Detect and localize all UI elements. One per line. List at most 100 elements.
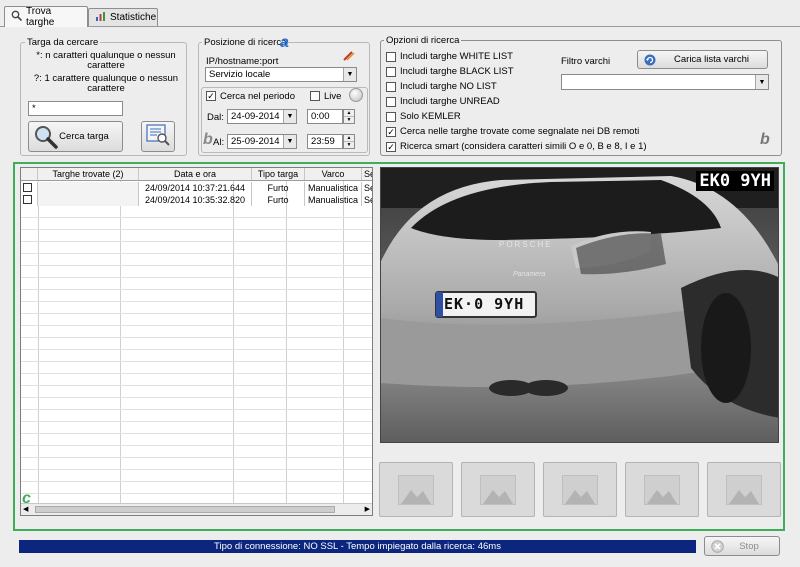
- ip-select-value: Servizio locale: [209, 69, 271, 80]
- target-group-title: Targa da cercare: [25, 37, 101, 48]
- empty-row: [21, 482, 372, 494]
- empty-row: [21, 470, 372, 482]
- chevron-down-icon: ▼: [343, 68, 356, 81]
- empty-row: [21, 302, 372, 314]
- annotation-c: c: [22, 490, 31, 507]
- period-label: Cerca nel periodo: [220, 91, 295, 102]
- empty-row: [21, 446, 372, 458]
- pencil-icon[interactable]: [343, 51, 355, 63]
- thumbnail-slot[interactable]: [461, 462, 535, 517]
- status-bar: Tipo di connessione: NO SSL - Tempo impi…: [19, 540, 696, 553]
- search-plate-button[interactable]: Cerca targa: [28, 121, 123, 152]
- column-header-type[interactable]: Tipo targa: [252, 168, 305, 180]
- table-row[interactable]: 24/09/2014 10:35:32.820 Furto Manualistica…: [21, 194, 372, 206]
- empty-row: [21, 242, 372, 254]
- from-time-input[interactable]: 0:00: [307, 109, 343, 124]
- empty-row: [21, 398, 372, 410]
- cell-type: Furto: [252, 194, 305, 206]
- option-label: Solo KEMLER: [400, 111, 461, 122]
- plate-overlay-label: EK0 9YH: [696, 171, 774, 191]
- live-label: Live: [324, 91, 342, 102]
- cell-plate: [38, 194, 139, 206]
- thumbnail-slot[interactable]: [707, 462, 781, 517]
- tab-statistiche[interactable]: Statistiche: [88, 8, 158, 26]
- load-gates-label: Carica lista varchi: [674, 54, 749, 65]
- gate-filter-select[interactable]: ▼: [561, 74, 769, 90]
- from-date-value: 24-09-2014: [231, 111, 280, 122]
- capture-image[interactable]: EK0 9YH PORSCHE Panamera EK·0 9YH: [380, 167, 779, 443]
- chevron-down-icon: ▼: [755, 75, 768, 89]
- row-select-checkbox[interactable]: [23, 195, 32, 204]
- stop-button[interactable]: Stop: [704, 536, 780, 556]
- chart-icon: [95, 11, 106, 25]
- empty-row: [21, 278, 372, 290]
- plate-search-input[interactable]: *: [28, 101, 123, 116]
- column-header-datetime[interactable]: Data e ora: [139, 168, 252, 180]
- scroll-thumb[interactable]: [35, 506, 335, 513]
- empty-row: [21, 458, 372, 470]
- row-select-checkbox[interactable]: [23, 183, 32, 192]
- form-search-icon: [145, 123, 171, 150]
- search-options-button[interactable]: [141, 121, 175, 152]
- thumbnail-slot[interactable]: [543, 462, 617, 517]
- tab-trova-targhe[interactable]: Trova targhe: [4, 6, 88, 28]
- hint-question: ?: 1 carattere qualunque o nessun caratt…: [33, 73, 179, 94]
- horizontal-scrollbar[interactable]: ◀ ▶: [21, 503, 372, 515]
- empty-row: [21, 386, 372, 398]
- to-time-spinner[interactable]: ▲ ▼: [343, 134, 355, 149]
- row-checkbox[interactable]: [21, 182, 38, 194]
- option-checkbox[interactable]: [386, 97, 396, 107]
- chevron-down-icon: ▼: [283, 110, 296, 123]
- stop-label: Stop: [739, 540, 759, 552]
- image-placeholder-icon: [398, 474, 434, 505]
- ip-select[interactable]: Servizio locale ▼: [205, 67, 357, 82]
- option-checkbox[interactable]: ✓: [386, 142, 396, 152]
- from-label: Dal:: [207, 112, 224, 123]
- option-label: Includi targhe UNREAD: [400, 96, 500, 107]
- option-label: Cerca nelle targhe trovate come segnalat…: [400, 126, 640, 137]
- option-label: Includi targhe BLACK LIST: [400, 66, 514, 77]
- to-date-value: 25-09-2014: [231, 136, 280, 147]
- tab-label: Trova targhe: [26, 6, 55, 28]
- search-icon: [11, 10, 23, 24]
- to-time-input[interactable]: 23:59: [307, 134, 343, 149]
- column-header-extra[interactable]: Segna: [362, 168, 372, 180]
- chevron-down-icon: ▼: [283, 135, 296, 148]
- to-date-picker[interactable]: 25-09-2014 ▼: [227, 134, 297, 149]
- from-time-spinner[interactable]: ▲ ▼: [343, 109, 355, 124]
- results-table: Targhe trovate (2) Data e ora Tipo targa…: [20, 167, 373, 516]
- car-brand-text: PORSCHE: [499, 240, 553, 249]
- from-date-picker[interactable]: 24-09-2014 ▼: [227, 109, 297, 124]
- period-checkbox[interactable]: ✓: [206, 91, 216, 101]
- column-header-gate[interactable]: Varco: [305, 168, 362, 180]
- table-header: Targhe trovate (2) Data e ora Tipo targa…: [21, 168, 372, 181]
- empty-row: [21, 218, 372, 230]
- option-checkbox[interactable]: [386, 112, 396, 122]
- empty-row: [21, 374, 372, 386]
- options-group-title: Opzioni di ricerca: [384, 35, 462, 46]
- option-checkbox[interactable]: ✓: [386, 127, 396, 137]
- option-checkbox[interactable]: [386, 82, 396, 92]
- image-placeholder-icon: [562, 474, 598, 505]
- row-checkbox[interactable]: [21, 194, 38, 206]
- option-checkbox[interactable]: [386, 67, 396, 77]
- load-gates-button[interactable]: Carica lista varchi: [637, 50, 768, 69]
- option-checkbox[interactable]: [386, 52, 396, 62]
- plate-text: EK·0 9YH: [444, 295, 525, 313]
- empty-row: [21, 350, 372, 362]
- cell-type: Furto: [252, 182, 305, 194]
- tab-label: Statistiche: [110, 12, 157, 23]
- cell-gate: Manualistica: [305, 182, 362, 194]
- table-row[interactable]: 24/09/2014 10:37:21.644 Furto Manualistica…: [21, 182, 372, 194]
- thumbnail-slot[interactable]: [379, 462, 453, 517]
- thumbnail-slot[interactable]: [625, 462, 699, 517]
- stop-icon: [711, 540, 724, 556]
- empty-row: [21, 434, 372, 446]
- empty-row: [21, 206, 372, 218]
- position-group-title: Posizione di ricerca: [202, 37, 289, 48]
- column-header-plate[interactable]: Targhe trovate (2): [38, 168, 139, 180]
- scroll-right-icon[interactable]: ▶: [365, 505, 370, 513]
- live-checkbox[interactable]: [310, 91, 320, 101]
- cell-datetime: 24/09/2014 10:35:32.820: [139, 194, 252, 206]
- hint-star: *: n caratteri qualunque o nessun caratt…: [36, 50, 176, 71]
